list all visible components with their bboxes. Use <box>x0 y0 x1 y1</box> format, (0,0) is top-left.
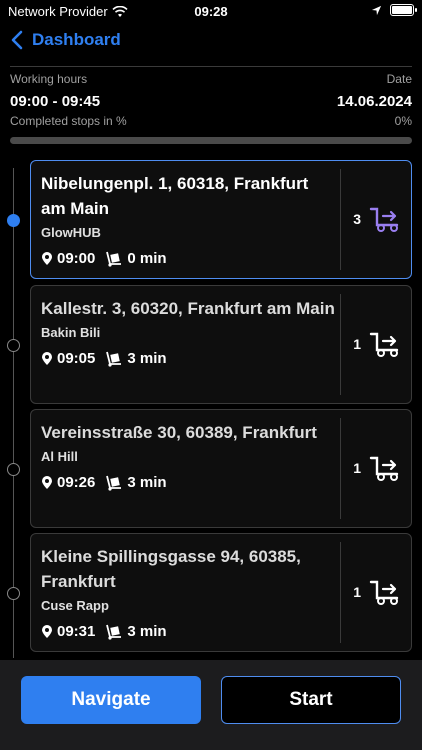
date-label: Date <box>386 72 412 86</box>
status-time: 09:28 <box>194 4 228 19</box>
stop-meta: 09:05 3 min <box>41 350 401 367</box>
stop-meta: 09:26 3 min <box>41 474 401 491</box>
stop-card[interactable]: Vereinsstraße 30, 60389, Frankfurt Al Hil… <box>30 409 412 528</box>
timeline-dot <box>7 462 20 476</box>
stop-customer: Bakin Bili <box>41 325 101 340</box>
delivery-truck-icon <box>367 578 403 611</box>
stop-time: 09:05 <box>57 350 96 367</box>
stop-card[interactable]: Kallestr. 3, 60320, Frankfurt am Main Bak… <box>30 285 412 404</box>
route-info: Working hours Date 09:00 - 09:45 14.06.2… <box>10 72 412 144</box>
package-count: 3 <box>353 210 361 227</box>
completed-value: 0% <box>394 114 412 128</box>
card-separator <box>340 294 341 395</box>
working-hours-value: 09:00 - 09:45 <box>10 93 101 110</box>
card-separator <box>340 169 341 270</box>
status-right <box>371 4 417 16</box>
stop-address: Kleine Spillingsgasse 94, 60385, Frankfu… <box>41 547 301 591</box>
bottom-action-bar: Navigate Start <box>0 660 422 750</box>
dolly-icon <box>106 475 122 491</box>
start-button[interactable]: Start <box>221 676 401 724</box>
stop-customer: Al Hill <box>41 449 78 464</box>
stop-address: Vereinsstraße 30, 60389, Frankfurt <box>41 423 317 442</box>
stop-time: 09:26 <box>57 474 96 491</box>
date-value: 14.06.2024 <box>336 93 412 110</box>
location-arrow-icon <box>371 5 382 15</box>
stop-meta: 09:31 3 min <box>41 623 401 640</box>
location-pin-icon <box>42 625 52 638</box>
stop-customer: GlowHUB <box>41 225 101 240</box>
stop-duration: 3 min <box>127 350 167 367</box>
package-count: 1 <box>353 335 361 352</box>
delivery-truck-icon <box>367 454 403 487</box>
back-label: Dashboard <box>32 30 121 49</box>
location-pin-icon <box>42 476 52 489</box>
chevron-left-icon <box>11 30 23 50</box>
dolly-icon <box>106 251 122 267</box>
battery-icon <box>390 4 417 16</box>
stop-address: Kallestr. 3, 60320, Frankfurt am Main <box>41 299 335 318</box>
card-separator <box>340 542 341 643</box>
status-bar: Network Provider 09:28 <box>0 0 422 24</box>
dolly-icon <box>106 624 122 640</box>
package-count: 1 <box>353 459 361 476</box>
delivery-truck-icon <box>367 330 403 363</box>
completed-label: Completed stops in % <box>10 114 127 128</box>
stop-customer: Cuse Rapp <box>41 598 109 613</box>
package-count: 1 <box>353 583 361 600</box>
timeline-dot <box>7 586 20 600</box>
timeline-line <box>13 168 14 658</box>
stop-card[interactable]: Kleine Spillingsgasse 94, 60385, Frankfu… <box>30 533 412 652</box>
location-pin-icon <box>42 352 52 365</box>
stop-duration: 0 min <box>127 250 167 267</box>
header-divider <box>10 66 412 67</box>
card-separator <box>340 418 341 519</box>
stop-time: 09:00 <box>57 250 96 267</box>
timeline-dot <box>7 338 20 352</box>
stop-meta: 09:00 0 min <box>41 250 401 267</box>
working-hours-label: Working hours <box>10 72 88 86</box>
stop-duration: 3 min <box>127 474 167 491</box>
stop-time: 09:31 <box>57 623 96 640</box>
timeline-dot <box>7 213 20 227</box>
stop-address: Nibelungenpl. 1, 60318, Frankfurt am Mai… <box>41 174 309 218</box>
back-button[interactable]: Dashboard <box>10 30 121 50</box>
navigate-button[interactable]: Navigate <box>21 676 201 724</box>
location-pin-icon <box>42 252 52 265</box>
delivery-truck-icon <box>367 205 403 238</box>
stop-duration: 3 min <box>127 623 167 640</box>
stop-card[interactable]: Nibelungenpl. 1, 60318, Frankfurt am Mai… <box>30 160 412 279</box>
completion-progress-bar <box>10 137 412 144</box>
dolly-icon <box>106 351 122 367</box>
